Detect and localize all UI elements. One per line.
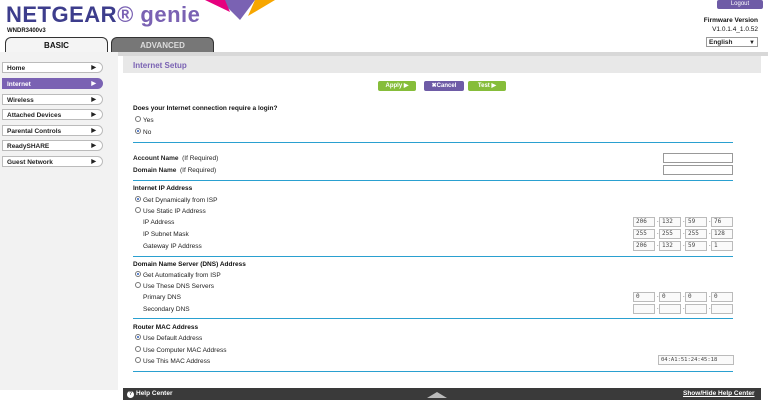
mac-address-input[interactable]: 04:A1:51:24:45:18	[658, 355, 734, 365]
section-divider	[133, 256, 733, 257]
page-title: Internet Setup	[133, 61, 187, 70]
dns-manual-label: Use These DNS Servers	[143, 283, 215, 290]
dns-auto-radio[interactable]	[135, 271, 141, 277]
sidebar-item-parental-controls[interactable]: Parental Controls ▶	[2, 125, 103, 136]
help-icon: ?	[127, 391, 134, 398]
mac-computer-label: Use Computer MAC Address	[143, 347, 227, 354]
chevron-right-icon: ▶	[91, 143, 96, 149]
model-name: WNDR3400v3	[7, 28, 46, 34]
section-divider	[133, 318, 733, 319]
help-center-link[interactable]: ? Help Center	[127, 390, 172, 398]
subnet-label: IP Subnet Mask	[143, 231, 189, 238]
logout-button[interactable]: Logout	[717, 0, 763, 9]
section-divider	[133, 142, 733, 143]
ip-address-octet-4[interactable]: 76	[711, 217, 733, 227]
secondary-dns-label: Secondary DNS	[143, 306, 190, 313]
secondary-dns-octet-2[interactable]	[659, 304, 681, 314]
apply-button[interactable]: Apply ▶	[378, 81, 416, 91]
primary-dns-octet-1[interactable]: 0	[633, 292, 655, 302]
dns-auto-label: Get Automatically from ISP	[143, 272, 221, 279]
mac-this-label: Use This MAC Address	[143, 358, 211, 365]
primary-dns-octet-4[interactable]: 0	[711, 292, 733, 302]
primary-dns-octet-3[interactable]: 0	[685, 292, 707, 302]
language-select[interactable]: English ▼	[706, 37, 758, 47]
account-name-label: Account Name (If Required)	[133, 155, 219, 162]
chevron-right-icon: ▶	[91, 128, 96, 134]
chevron-down-icon: ▼	[749, 40, 755, 46]
dns-manual-radio[interactable]	[135, 282, 141, 288]
ip-address-octet-1[interactable]: 206	[633, 217, 655, 227]
mac-default-radio[interactable]	[135, 334, 141, 340]
mac-this-radio[interactable]	[135, 357, 141, 363]
login-question: Does your Internet connection require a …	[133, 105, 278, 112]
chevron-right-icon: ▶	[91, 81, 96, 87]
section-divider	[133, 371, 733, 372]
ip-dynamic-radio[interactable]	[135, 196, 141, 202]
ip-section-title: Internet IP Address	[133, 185, 193, 192]
secondary-dns-octet-1[interactable]	[633, 304, 655, 314]
subnet-octet-1[interactable]: 255	[633, 229, 655, 239]
mac-section-title: Router MAC Address	[133, 324, 199, 331]
mac-computer-radio[interactable]	[135, 346, 141, 352]
mac-default-label: Use Default Address	[143, 335, 203, 342]
gateway-octet-1[interactable]: 206	[633, 241, 655, 251]
sidebar-item-readyshare[interactable]: ReadySHARE ▶	[2, 140, 103, 151]
brand-name: NETGEAR	[6, 2, 118, 27]
subnet-octet-4[interactable]: 128	[711, 229, 733, 239]
test-button[interactable]: Test ▶	[468, 81, 506, 91]
toggle-help-center-link[interactable]: Show/Hide Help Center	[683, 390, 755, 397]
cancel-button[interactable]: ✖Cancel	[424, 81, 464, 91]
brand-suffix: ® genie	[117, 2, 201, 27]
chevron-right-icon: ▶	[91, 112, 96, 118]
ip-dynamic-label: Get Dynamically from ISP	[143, 197, 218, 204]
netgear-logo: NETGEAR® genie	[6, 2, 200, 28]
ip-static-label: Use Static IP Address	[143, 208, 206, 215]
page-title-bar	[123, 56, 761, 73]
login-yes-radio[interactable]	[135, 116, 141, 122]
secondary-dns-octet-3[interactable]	[685, 304, 707, 314]
sidebar-item-guest-network[interactable]: Guest Network ▶	[2, 156, 103, 167]
secondary-dns-octet-4[interactable]	[711, 304, 733, 314]
gateway-octet-3[interactable]: 59	[685, 241, 707, 251]
domain-name-label: Domain Name (If Required)	[133, 167, 217, 174]
ip-static-radio[interactable]	[135, 207, 141, 213]
tab-advanced[interactable]: ADVANCED	[111, 37, 214, 52]
firmware-label: Firmware Version	[703, 17, 758, 24]
login-yes-label: Yes	[143, 117, 154, 124]
ip-address-octet-3[interactable]: 59	[685, 217, 707, 227]
primary-dns-label: Primary DNS	[143, 294, 181, 301]
domain-name-input[interactable]	[663, 165, 733, 175]
firmware-value: V1.0.1.4_1.0.52	[712, 26, 758, 33]
sidebar-item-internet[interactable]: Internet ▶	[2, 78, 103, 89]
chevron-right-icon: ▶	[91, 97, 96, 103]
gateway-octet-4[interactable]: 1	[711, 241, 733, 251]
gateway-octet-2[interactable]: 132	[659, 241, 681, 251]
sidebar-item-home[interactable]: Home ▶	[2, 62, 103, 73]
subnet-octet-2[interactable]: 255	[659, 229, 681, 239]
tab-basic[interactable]: BASIC	[5, 37, 108, 52]
login-no-radio[interactable]	[135, 128, 141, 134]
sidebar-item-attached-devices[interactable]: Attached Devices ▶	[2, 109, 103, 120]
chevron-right-icon: ▶	[91, 65, 96, 71]
section-divider	[133, 180, 733, 181]
help-toggle-arrow-icon[interactable]	[427, 392, 447, 398]
account-name-input[interactable]	[663, 153, 733, 163]
sidebar-item-wireless[interactable]: Wireless ▶	[2, 94, 103, 105]
login-no-label: No	[143, 129, 152, 136]
chevron-right-icon: ▶	[91, 159, 96, 165]
gateway-label: Gateway IP Address	[143, 243, 202, 250]
ip-address-octet-2[interactable]: 132	[659, 217, 681, 227]
ip-address-label: IP Address	[143, 219, 175, 226]
dns-section-title: Domain Name Server (DNS) Address	[133, 261, 246, 268]
primary-dns-octet-2[interactable]: 0	[659, 292, 681, 302]
genie-swoosh-decoration	[205, 0, 275, 20]
subnet-octet-3[interactable]: 255	[685, 229, 707, 239]
